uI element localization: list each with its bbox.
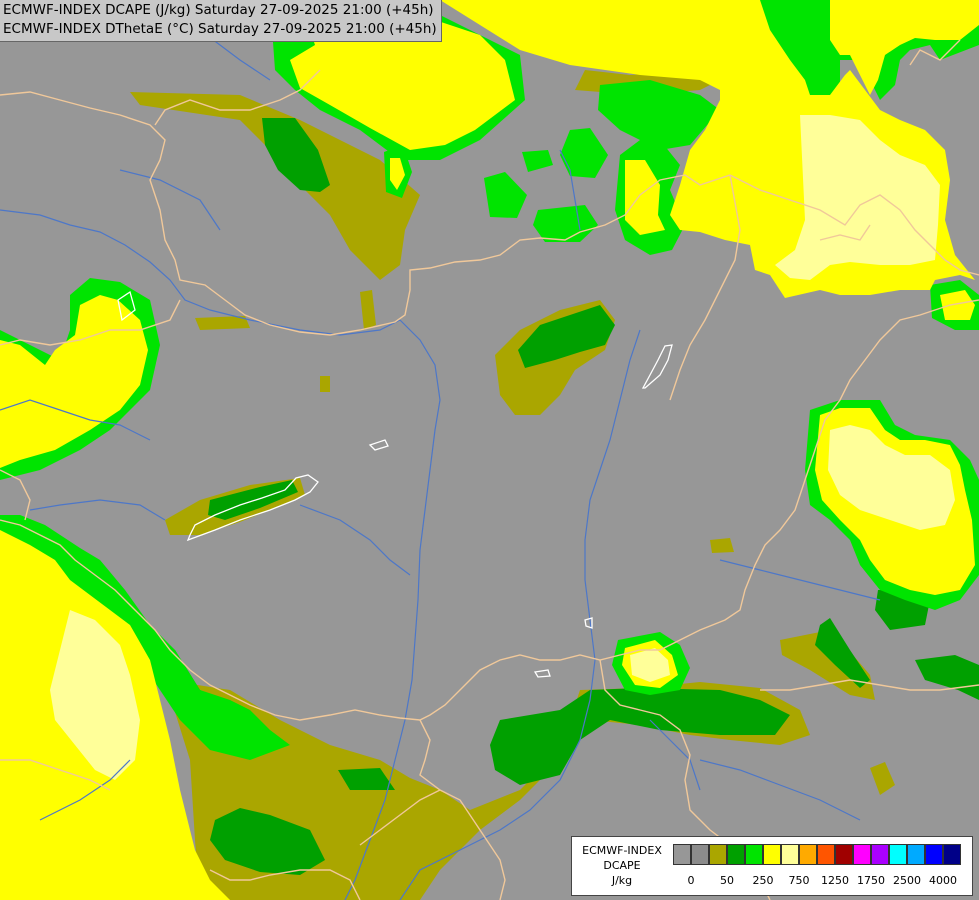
legend-tick-label: 1750: [857, 874, 885, 887]
legend-swatch: [673, 844, 691, 865]
legend-swatch: [871, 844, 889, 865]
legend-swatch: [745, 844, 763, 865]
legend-swatch: [925, 844, 943, 865]
legend-label: ECMWF-INDEX DCAPE J/kg: [572, 843, 672, 888]
legend-swatch: [691, 844, 709, 865]
legend-swatch: [835, 844, 853, 865]
legend-tick-label: 0: [687, 874, 695, 887]
legend-swatch: [799, 844, 817, 865]
legend-tick-label: 2500: [893, 874, 921, 887]
legend-ticks: 0 50 250 750 1250 1750 2500 4000: [673, 874, 973, 890]
map-title-box: ECMWF-INDEX DCAPE (J/kg) Saturday 27-09-…: [0, 0, 442, 42]
legend-unit: J/kg: [611, 874, 633, 887]
legend-source: ECMWF-INDEX: [582, 844, 662, 857]
title-dcape: ECMWF-INDEX DCAPE (J/kg) Saturday 27-09-…: [3, 2, 434, 18]
legend-swatch: [907, 844, 925, 865]
legend-swatch: [889, 844, 907, 865]
legend-tick-label: 750: [788, 874, 810, 887]
legend-swatch: [763, 844, 781, 865]
title-dthetae: ECMWF-INDEX DThetaE (°C) Saturday 27-09-…: [3, 21, 437, 37]
legend-tick-label: 4000: [929, 874, 957, 887]
legend-swatch: [781, 844, 799, 865]
legend-swatch: [727, 844, 745, 865]
weather-map: ECMWF-INDEX DCAPE (J/kg) Saturday 27-09-…: [0, 0, 979, 900]
legend-variable: DCAPE: [603, 859, 641, 872]
legend-tick-label: 250: [752, 874, 774, 887]
legend-swatch: [817, 844, 835, 865]
legend-swatches: [673, 844, 961, 865]
legend-tick-label: 1250: [821, 874, 849, 887]
legend-swatch: [709, 844, 727, 865]
legend: ECMWF-INDEX DCAPE J/kg 0 50 250 750 1250 1750…: [571, 836, 973, 896]
legend-swatch: [943, 844, 961, 865]
legend-tick-label: 50: [720, 874, 734, 887]
legend-swatch: [853, 844, 871, 865]
map-canvas: [0, 0, 979, 900]
